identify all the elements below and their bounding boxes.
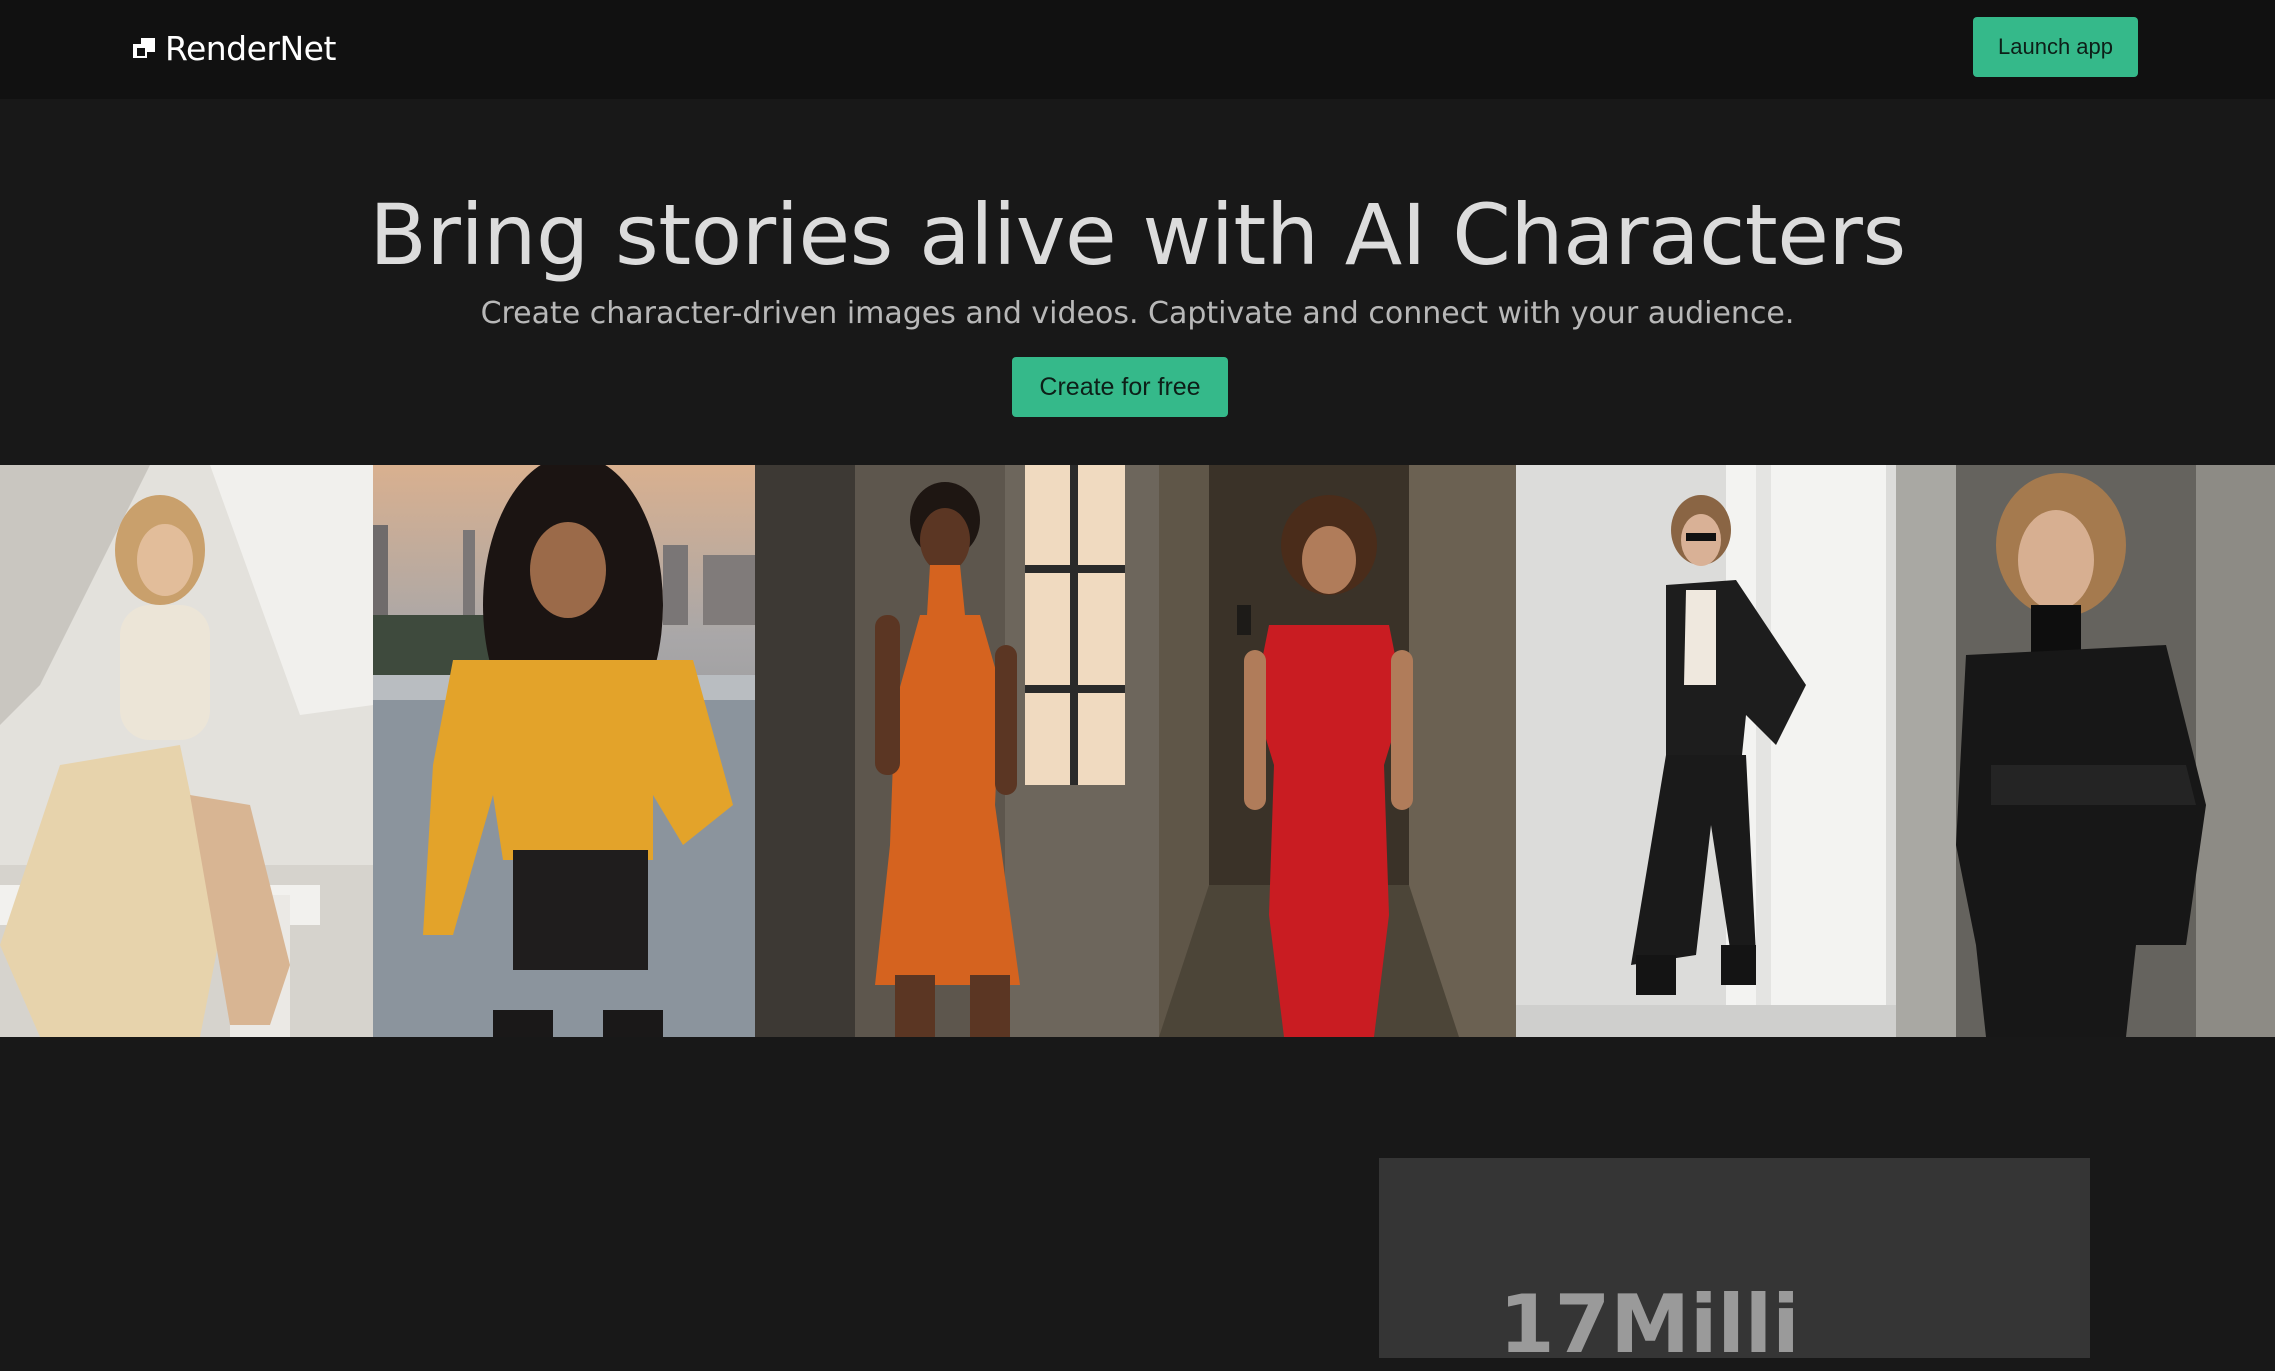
- brand-logo[interactable]: RenderNet: [133, 28, 336, 68]
- character-gallery: [0, 465, 2275, 1037]
- brand-name: RenderNet: [165, 28, 336, 68]
- gallery-image-red-dress: [1159, 465, 1516, 1037]
- create-for-free-button[interactable]: Create for free: [1012, 357, 1228, 417]
- launch-app-button[interactable]: Launch app: [1973, 17, 2138, 77]
- stats-card: 17Milli: [1379, 1158, 2090, 1371]
- gallery-image-cream-outfit: [0, 465, 373, 1037]
- top-navigation-bar: RenderNet Launch app: [0, 0, 2275, 99]
- gallery-image-orange-dress: [755, 465, 1159, 1037]
- gallery-image-leather-jacket: [1896, 465, 2275, 1037]
- rendernet-logo-icon: [133, 38, 155, 58]
- gallery-image-yellow-sweater: [373, 465, 755, 1037]
- stat-headline: 17Milli: [1499, 1278, 1800, 1371]
- hero-title: Bring stories alive with AI Characters: [369, 186, 1906, 284]
- hero-subtitle: Create character-driven images and video…: [480, 296, 1795, 331]
- gallery-image-black-suit: [1516, 465, 1896, 1037]
